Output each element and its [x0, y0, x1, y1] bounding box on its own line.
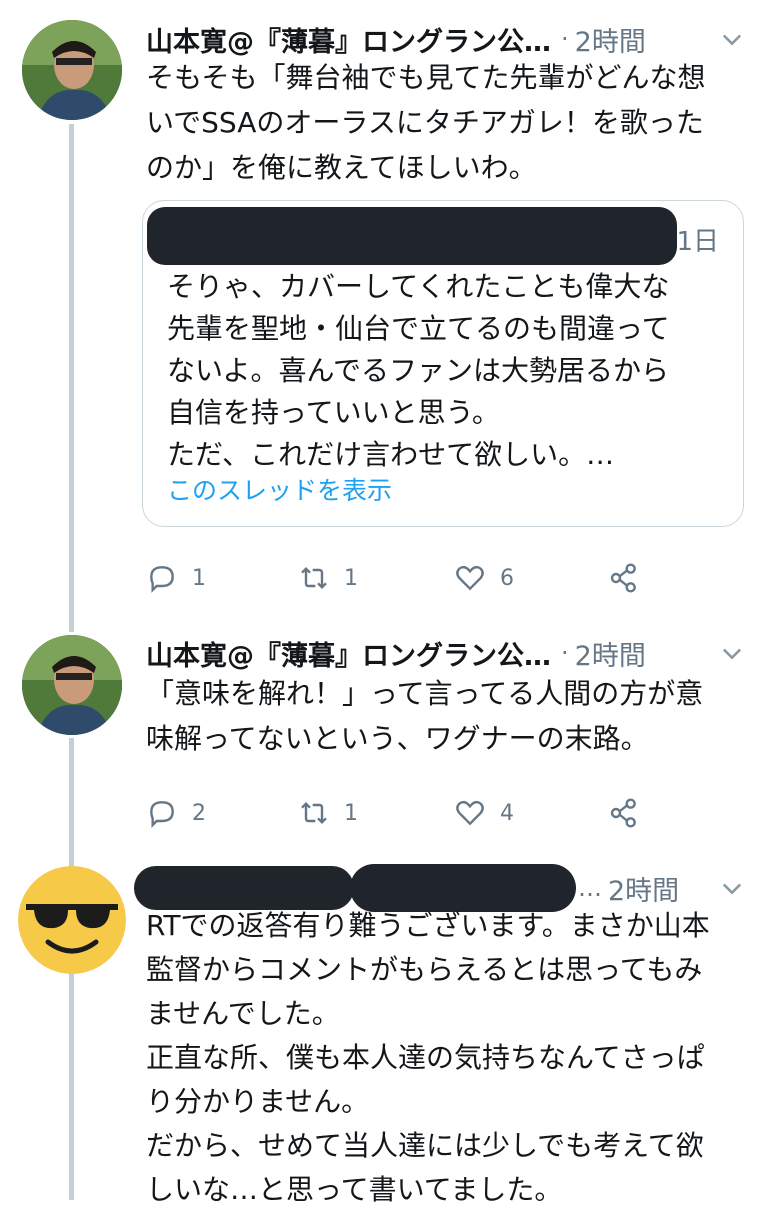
- avatar[interactable]: [22, 635, 122, 735]
- tweet[interactable]: 山本寛@『薄暮』ロングラン公… · 2時間 そもそも「舞台袖でも見てた先輩がどん…: [0, 0, 766, 625]
- separator-dot: ·: [561, 25, 569, 53]
- tweet-text: RTでの返答有り難うございます。まさか山本 監督からコメントがもらえるとは思って…: [146, 909, 710, 1206]
- tweet-text: 「意味を解れ！」って言ってる人間の方が意 味解ってないという、ワグナーの末路。: [146, 677, 704, 755]
- like-icon: [456, 800, 484, 826]
- tweet-text: そもそも「舞台袖でも見てた先輩がどんな想 いでSSAのオーラスにタチアガレ！を歌…: [146, 61, 706, 184]
- quoted-tweet[interactable]: 1日 そりゃ、カバーしてくれたことも偉大な 先輩を聖地・仙台で立てるのも間違って…: [142, 200, 744, 527]
- share-icon: [610, 563, 636, 593]
- like-count: 6: [500, 565, 514, 591]
- reply-button[interactable]: 1: [146, 558, 206, 598]
- tweet-actions: 2 1 4: [146, 793, 666, 833]
- reply-count: 1: [192, 565, 206, 591]
- quoted-text: そりゃ、カバーしてくれたことも偉大な 先輩を聖地・仙台で立てるのも間違って ない…: [167, 270, 670, 471]
- tweet-actions: 1 1 6: [146, 558, 666, 598]
- separator-dot: ·: [561, 639, 569, 667]
- like-button[interactable]: 4: [454, 793, 514, 833]
- separator-dot: …: [578, 874, 602, 902]
- redacted-author: [147, 207, 677, 265]
- chevron-down-icon[interactable]: [718, 639, 746, 667]
- timestamp[interactable]: 2時間: [575, 634, 646, 673]
- like-count: 4: [500, 800, 514, 826]
- share-icon: [610, 798, 636, 828]
- chevron-down-icon[interactable]: [718, 25, 746, 53]
- reply-count: 2: [192, 800, 206, 826]
- retweet-icon: [301, 566, 327, 590]
- tweet[interactable]: … 2時間 RTでの返答有り難うございます。まさか山本 監督からコメントがもらえ…: [0, 850, 766, 1206]
- timestamp[interactable]: 2時間: [608, 869, 679, 908]
- show-thread-link[interactable]: このスレッドを表示: [167, 471, 392, 507]
- chevron-down-icon[interactable]: [718, 874, 746, 902]
- author-name[interactable]: 山本寛@『薄暮』ロングラン公…: [146, 20, 551, 59]
- share-button[interactable]: [608, 558, 640, 598]
- sunglasses-emoji-avatar[interactable]: [18, 866, 126, 974]
- retweet-count: 1: [344, 800, 358, 826]
- timestamp[interactable]: 2時間: [575, 20, 646, 59]
- share-button[interactable]: [608, 793, 640, 833]
- retweet-icon: [301, 801, 327, 825]
- author-name[interactable]: 山本寛@『薄暮』ロングラン公…: [146, 634, 551, 673]
- reply-icon: [150, 801, 174, 828]
- avatar[interactable]: [22, 20, 122, 120]
- like-icon: [456, 565, 484, 591]
- tweet[interactable]: 山本寛@『薄暮』ロングラン公… · 2時間 「意味を解れ！」って言ってる人間の方…: [0, 625, 766, 850]
- quoted-timestamp: 1日: [676, 227, 719, 257]
- retweet-button[interactable]: 1: [298, 793, 358, 833]
- like-button[interactable]: 6: [454, 558, 514, 598]
- retweet-button[interactable]: 1: [298, 558, 358, 598]
- retweet-count: 1: [344, 565, 358, 591]
- reply-button[interactable]: 2: [146, 793, 206, 833]
- reply-icon: [150, 566, 174, 593]
